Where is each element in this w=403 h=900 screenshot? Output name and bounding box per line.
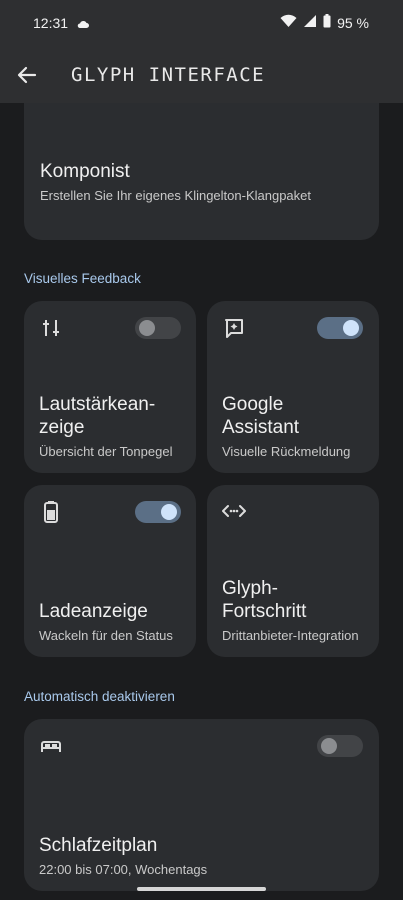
volume-indicator-title: Lautstärkean- zeige (39, 394, 156, 438)
back-arrow-icon[interactable] (16, 64, 38, 86)
charging-indicator-subtitle: Wackeln für den Status (39, 628, 173, 643)
charging-indicator-tile[interactable]: Ladeanzeige Wackeln für den Status (24, 485, 196, 657)
sleep-schedule-toggle[interactable] (317, 735, 363, 757)
section-auto-disable: Automatisch deaktivieren (24, 689, 175, 704)
section-visual-feedback: Visuelles Feedback (24, 271, 141, 286)
volume-indicator-tile[interactable]: Lautstärkean- zeige Übersicht der Tonpeg… (24, 301, 196, 473)
komponist-subtitle: Erstellen Sie Ihr eigenes Klingelton-Kla… (40, 188, 312, 203)
google-assistant-title: Google Assistant (222, 394, 300, 438)
battery-percent: 95 % (337, 14, 369, 31)
battery-icon (323, 14, 331, 31)
charging-indicator-title: Ladeanzeige (39, 601, 148, 622)
google-assistant-subtitle: Visuelle Rückmeldung (222, 444, 351, 459)
assistant-icon (223, 317, 245, 344)
page-title: GLYPH INTERFACE (71, 64, 266, 86)
sleep-schedule-title: Schlafzeitplan (39, 835, 158, 856)
status-bar: 12:31 95 % (0, 0, 403, 46)
sliders-icon (40, 317, 62, 344)
bed-icon (40, 738, 62, 759)
volume-indicator-toggle[interactable] (135, 317, 181, 339)
status-time: 12:31 (33, 15, 69, 31)
app-bar: GLYPH INTERFACE (0, 46, 403, 103)
komponist-title: Komponist (40, 161, 130, 182)
settings-content: Komponist Erstellen Sie Ihr eigenes Klin… (0, 103, 403, 900)
google-assistant-toggle[interactable] (317, 317, 363, 339)
cloud-icon (77, 16, 89, 32)
komponist-card[interactable]: Komponist Erstellen Sie Ihr eigenes Klin… (24, 103, 379, 240)
sleep-schedule-subtitle: 22:00 bis 07:00, Wochentags (39, 862, 208, 877)
home-indicator[interactable] (137, 887, 266, 891)
glyph-progress-subtitle: Drittanbieter-Integration (222, 628, 359, 643)
signal-icon (303, 14, 317, 31)
google-assistant-tile[interactable]: Google Assistant Visuelle Rückmeldung (207, 301, 379, 473)
code-arrows-icon (222, 503, 246, 524)
battery-charging-icon (44, 501, 58, 528)
glyph-progress-tile[interactable]: Glyph- Fortschritt Drittanbieter-Integra… (207, 485, 379, 657)
glyph-progress-title: Glyph- Fortschritt (222, 578, 307, 622)
charging-indicator-toggle[interactable] (135, 501, 181, 523)
wifi-icon (280, 14, 297, 31)
volume-indicator-subtitle: Übersicht der Tonpegel (39, 444, 173, 459)
sleep-schedule-card[interactable]: Schlafzeitplan 22:00 bis 07:00, Wochenta… (24, 719, 379, 891)
